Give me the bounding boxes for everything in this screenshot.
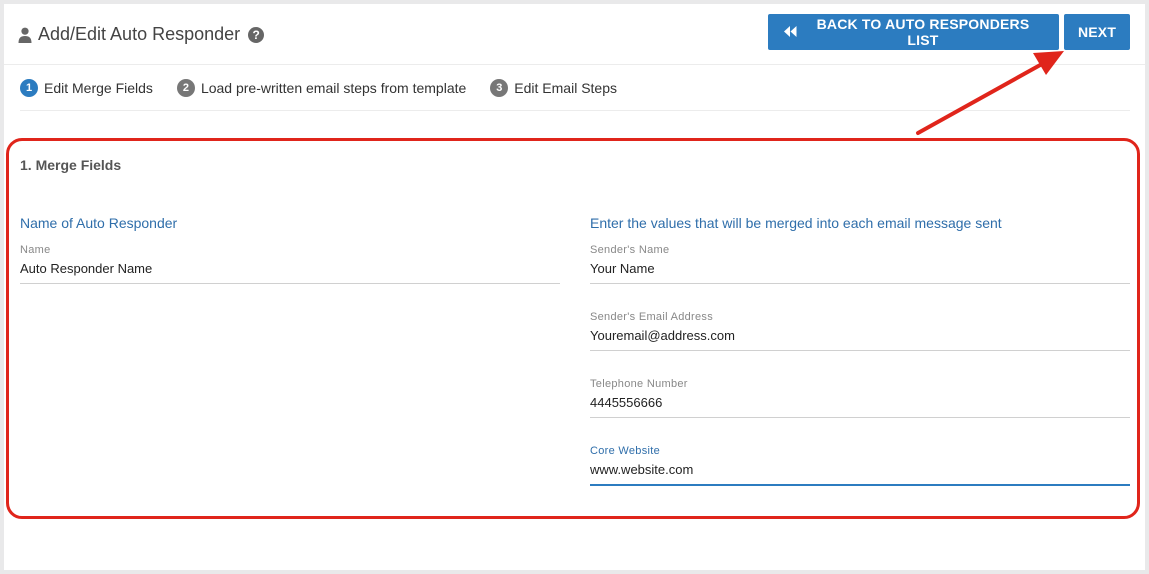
core-website-field: Core Website <box>590 445 1130 486</box>
sender-name-field: Sender's Name <box>590 244 1130 284</box>
telephone-field: Telephone Number <box>590 378 1130 418</box>
telephone-label: Telephone Number <box>590 378 688 390</box>
auto-responder-card: Add/Edit Auto Responder ? BACK TO AUTO R… <box>4 4 1145 570</box>
step-label: Edit Email Steps <box>514 80 617 96</box>
page-header: Add/Edit Auto Responder ? BACK TO AUTO R… <box>4 4 1145 66</box>
sender-name-input[interactable] <box>590 256 1130 284</box>
help-icon[interactable]: ? <box>248 26 265 43</box>
step-number-badge: 3 <box>490 79 509 97</box>
steps-divider <box>20 110 1130 111</box>
back-to-list-button[interactable]: BACK TO AUTO RESPONDERS LIST <box>768 14 1059 50</box>
sender-email-input[interactable] <box>590 323 1130 351</box>
page-title: Add/Edit Auto Responder ? <box>18 24 265 45</box>
name-input[interactable] <box>20 256 560 284</box>
name-field-label: Name <box>20 244 51 256</box>
sender-email-label: Sender's Email Address <box>590 311 714 323</box>
next-button[interactable]: NEXT <box>1064 14 1130 50</box>
sender-name-label: Sender's Name <box>590 244 670 256</box>
double-chevron-left-icon <box>784 24 797 40</box>
step-edit-merge-fields[interactable]: 1 Edit Merge Fields <box>20 79 153 97</box>
step-load-template[interactable]: 2 Load pre-written email steps from temp… <box>176 79 467 97</box>
next-button-label: NEXT <box>1077 24 1117 40</box>
step-label: Load pre-written email steps from templa… <box>200 80 467 96</box>
page-title-text: Add/Edit Auto Responder <box>38 24 241 44</box>
core-website-label: Core Website <box>590 445 661 457</box>
wizard-steps: 1 Edit Merge Fields 2 Load pre-written e… <box>20 79 641 97</box>
core-website-input[interactable] <box>590 457 1130 486</box>
user-icon <box>18 27 32 43</box>
step-number-badge: 1 <box>20 79 38 97</box>
sender-email-field: Sender's Email Address <box>590 311 1130 351</box>
section-title: 1. Merge Fields <box>20 157 122 173</box>
right-column-heading: Enter the values that will be merged int… <box>590 215 1002 231</box>
telephone-input[interactable] <box>590 390 1130 418</box>
step-number-badge: 2 <box>176 79 195 97</box>
step-edit-email-steps[interactable]: 3 Edit Email Steps <box>490 79 617 97</box>
name-field: Name <box>20 244 560 284</box>
back-button-label: BACK TO AUTO RESPONDERS LIST <box>816 16 1030 48</box>
step-label: Edit Merge Fields <box>44 80 153 96</box>
header-divider <box>4 64 1145 65</box>
left-column-heading: Name of Auto Responder <box>20 215 178 231</box>
